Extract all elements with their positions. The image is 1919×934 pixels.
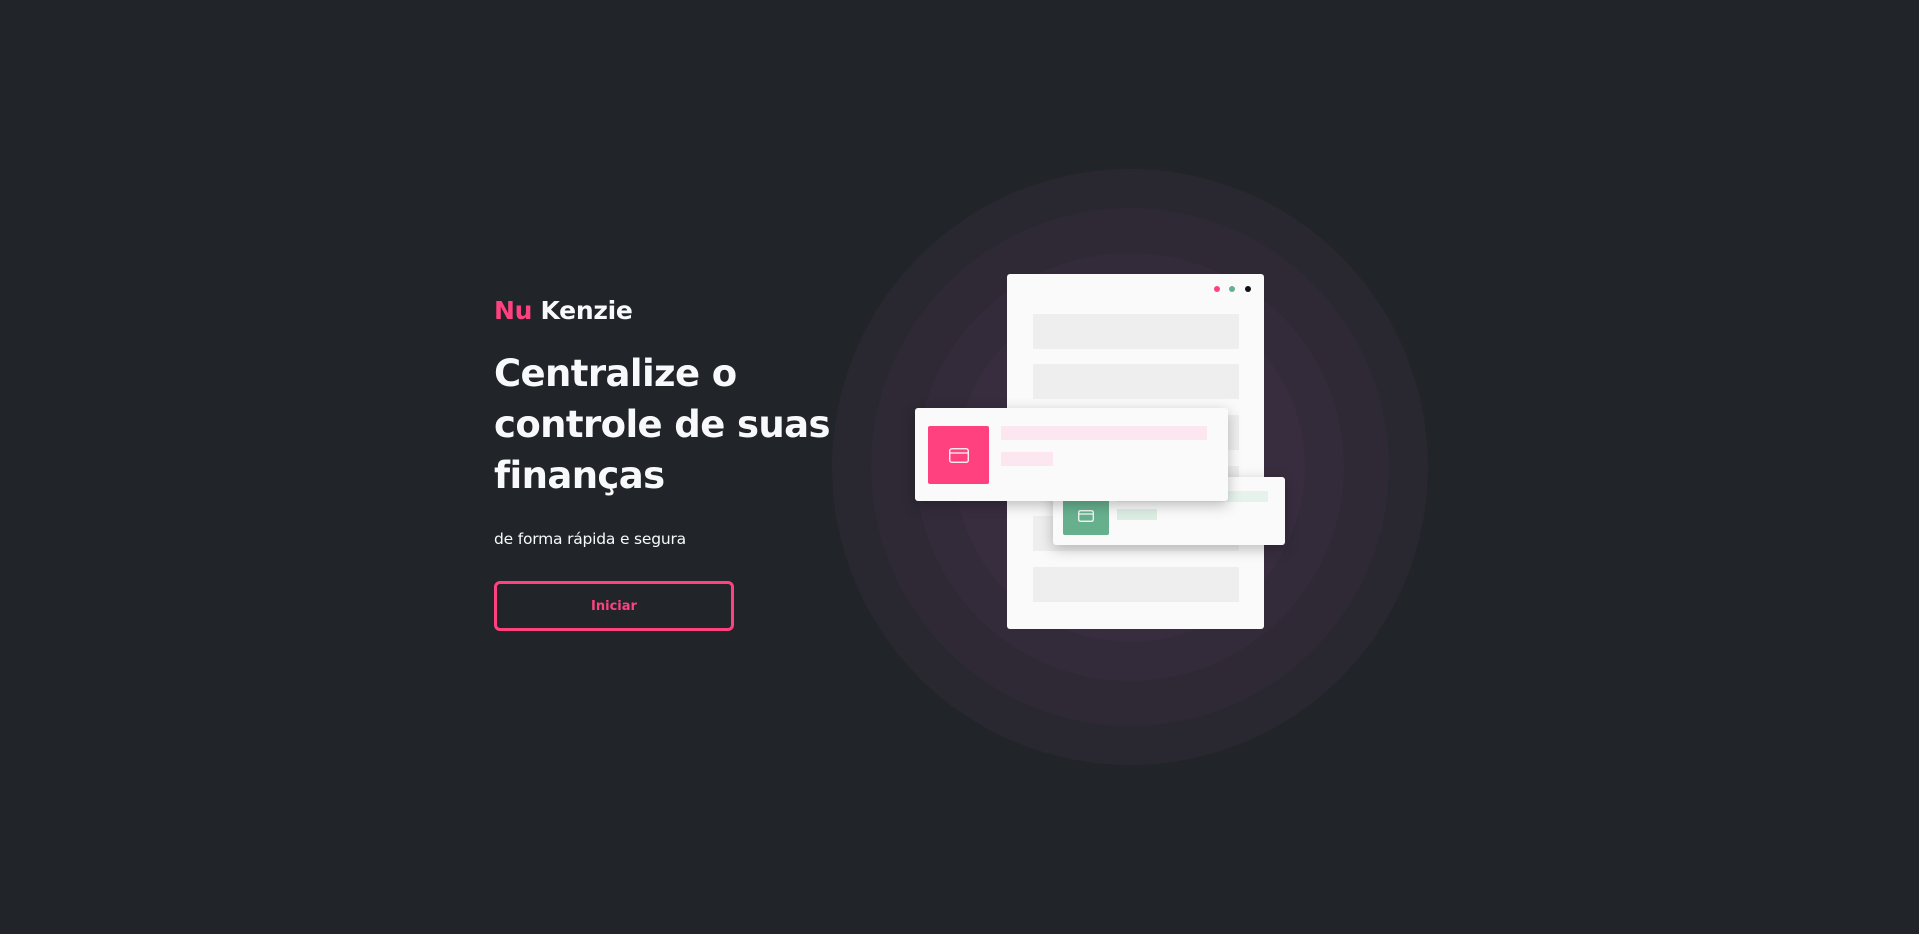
hero-section: Nu Kenzie Centralize o controle de suas … bbox=[494, 296, 834, 631]
placeholder-row bbox=[1033, 314, 1239, 349]
black-dot bbox=[1245, 286, 1251, 292]
placeholder-bar bbox=[1001, 452, 1053, 466]
credit-card-icon bbox=[1063, 497, 1109, 535]
landing-page: Nu Kenzie Centralize o controle de suas … bbox=[0, 0, 1919, 934]
credit-card-icon bbox=[928, 426, 989, 484]
logo-nu: Nu bbox=[494, 296, 533, 325]
pink-dot bbox=[1214, 286, 1220, 292]
page-subtitle: de forma rápida e segura bbox=[494, 530, 686, 548]
placeholder-bar bbox=[1117, 509, 1157, 520]
placeholder-row bbox=[1033, 364, 1239, 399]
transaction-card-pink bbox=[915, 408, 1228, 501]
start-button[interactable]: Iniciar bbox=[494, 581, 734, 631]
placeholder-bar bbox=[1001, 426, 1207, 440]
logo: Nu Kenzie bbox=[494, 296, 834, 326]
logo-kenzie: Kenzie bbox=[540, 296, 633, 325]
green-dot bbox=[1229, 286, 1235, 292]
placeholder-row bbox=[1033, 567, 1239, 602]
page-title: Centralize o controle de suas finanças bbox=[494, 352, 831, 497]
